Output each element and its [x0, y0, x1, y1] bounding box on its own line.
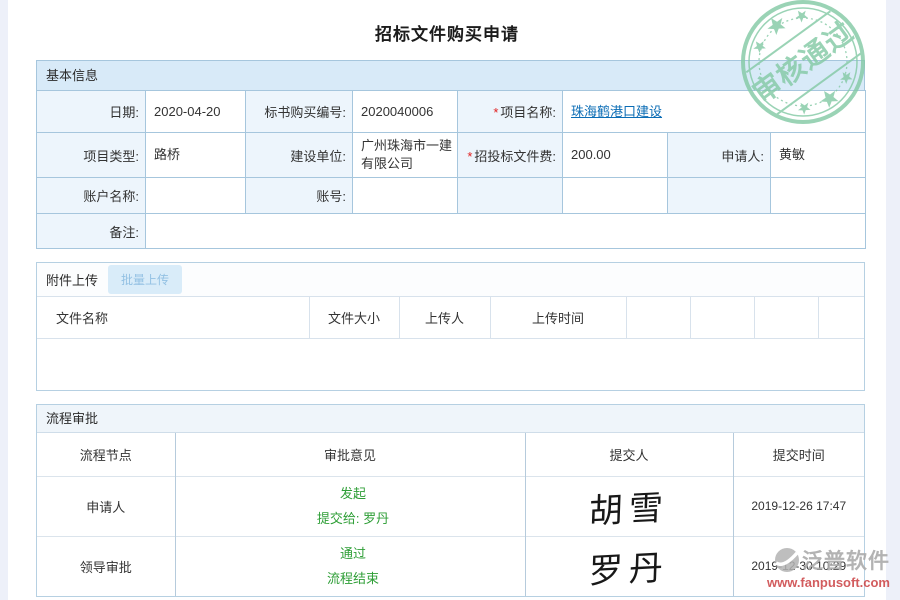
- empty-label-cell: [668, 178, 771, 214]
- project-type-label: 项目类型:: [37, 133, 146, 178]
- approval-opinion: 通过 流程结束: [175, 536, 525, 596]
- fee-value: 200.00: [563, 133, 668, 178]
- empty-value-cell: [771, 178, 866, 214]
- project-name-label: *项目名称:: [458, 91, 563, 133]
- section-header-basic: 基本信息: [36, 60, 865, 90]
- applicant-label: 申请人:: [668, 133, 771, 178]
- attachments-table: 文件名称 文件大小 上传人 上传时间: [37, 296, 864, 339]
- col-upload-time: 上传时间: [490, 297, 626, 339]
- required-asterisk: *: [493, 105, 498, 120]
- builder-value: 广州珠海市一建有限公司: [353, 133, 458, 178]
- col-uploader: 上传人: [399, 297, 490, 339]
- approval-opinion: 发起 提交给: 罗丹: [175, 476, 525, 536]
- empty-value-cell: [563, 178, 668, 214]
- project-name-cell: 珠海鹤港口建设: [563, 91, 866, 133]
- page: 招标文件购买申请 基本信息 日期: 2020-04-20 标书购买编号: 202…: [0, 0, 900, 600]
- submit-time: 2019-12-30 10:29: [733, 536, 864, 596]
- builder-label: 建设单位:: [246, 133, 353, 178]
- batch-upload-button[interactable]: 批量上传: [108, 265, 182, 294]
- col-file-size: 文件大小: [309, 297, 399, 339]
- section-attachments: 附件上传 批量上传 文件名称 文件大小 上传人 上传时间: [36, 262, 865, 391]
- basic-info-table: 日期: 2020-04-20 标书购买编号: 2020040006 *项目名称:…: [36, 90, 866, 249]
- date-label: 日期:: [37, 91, 146, 133]
- flow-node: 领导审批: [37, 536, 175, 596]
- date-value: 2020-04-20: [146, 91, 246, 133]
- empty-label-cell: [458, 178, 563, 214]
- bid-no-value: 2020040006: [353, 91, 458, 133]
- remark-label: 备注:: [37, 214, 146, 249]
- project-type-value: 路桥: [146, 133, 246, 178]
- col-file-name: 文件名称: [37, 297, 309, 339]
- col-empty: [754, 297, 818, 339]
- col-approval-opinion: 审批意见: [175, 433, 525, 476]
- account-no-value: [353, 178, 458, 214]
- col-flow-node: 流程节点: [37, 433, 175, 476]
- col-submitter: 提交人: [525, 433, 733, 476]
- applicant-value: 黄敏: [771, 133, 866, 178]
- flow-node: 申请人: [37, 476, 175, 536]
- fee-label: *招投标文件费:: [458, 133, 563, 178]
- account-no-label: 账号:: [246, 178, 353, 214]
- account-name-value: [146, 178, 246, 214]
- attachments-title: 附件上传: [46, 270, 98, 289]
- approval-row: 申请人 发起 提交给: 罗丹 胡雪 2019-12-26 17:47: [37, 476, 864, 536]
- col-submit-time: 提交时间: [733, 433, 864, 476]
- section-approval: 流程审批 流程节点 审批意见 提交人 提交时间 申请人: [36, 404, 865, 597]
- submitter-signature: 胡雪: [525, 476, 733, 536]
- col-empty: [626, 297, 690, 339]
- account-name-label: 账户名称:: [37, 178, 146, 214]
- approval-row: 领导审批 通过 流程结束 罗丹 2019-12-30 10:29: [37, 536, 864, 596]
- remark-value: [146, 214, 866, 249]
- bid-no-label: 标书购买编号:: [246, 91, 353, 133]
- required-asterisk: *: [467, 149, 472, 164]
- page-title: 招标文件购买申请: [8, 20, 886, 45]
- col-empty: [690, 297, 754, 339]
- section-header-approval: 流程审批: [37, 405, 864, 433]
- submit-time: 2019-12-26 17:47: [733, 476, 864, 536]
- approval-table: 流程节点 审批意见 提交人 提交时间 申请人 发起 提交给: 罗丹 胡雪: [37, 433, 864, 596]
- section-header-attachments: 附件上传 批量上传: [37, 263, 864, 296]
- form-panel: 招标文件购买申请 基本信息 日期: 2020-04-20 标书购买编号: 202…: [8, 0, 886, 600]
- section-basic-info: 基本信息 日期: 2020-04-20 标书购买编号: 2020040006 *…: [36, 60, 865, 249]
- submitter-signature: 罗丹: [525, 536, 733, 596]
- project-name-link[interactable]: 珠海鹤港口建设: [571, 104, 662, 119]
- col-empty: [818, 297, 864, 339]
